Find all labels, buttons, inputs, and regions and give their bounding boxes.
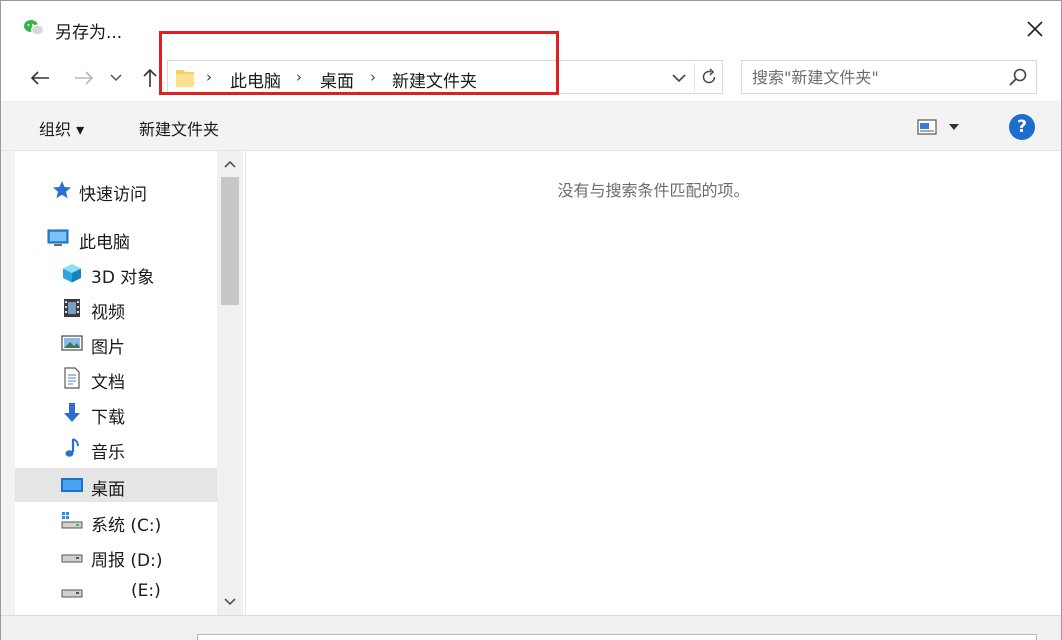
sidebar-item-label: 快速访问 bbox=[79, 185, 147, 205]
breadcrumb-separator-icon: › bbox=[206, 68, 212, 86]
sidebar-item-label: (E:) bbox=[131, 581, 161, 601]
navigation-scrollbar[interactable] bbox=[217, 151, 243, 615]
arrow-up-icon bbox=[143, 68, 157, 87]
navigation-row: › 此电脑 › 桌面 › 新建文件夹 bbox=[1, 57, 1061, 101]
sidebar-item-label: 下载 bbox=[91, 408, 125, 428]
window-title: 另存为... bbox=[55, 23, 123, 43]
pane-edge bbox=[1, 151, 15, 615]
sidebar-item-music[interactable]: 音乐 bbox=[15, 431, 217, 465]
file-list[interactable]: 没有与搜索条件匹配的项。 bbox=[245, 151, 1061, 615]
new-folder-button[interactable]: 新建文件夹 bbox=[139, 116, 219, 140]
help-icon: ? bbox=[1017, 117, 1027, 137]
breadcrumb-this-pc[interactable]: 此电脑 bbox=[230, 67, 281, 92]
drive-icon bbox=[61, 554, 83, 563]
sidebar-item-drive-e[interactable]: (E:) bbox=[15, 574, 217, 608]
sidebar-item-label: 文档 bbox=[91, 373, 125, 393]
navigation-pane: 快速访问 此电脑 3D 对象 视频 图片 文档 下载 音乐 桌面 系统 (C:)… bbox=[15, 151, 217, 615]
sidebar-item-label: 周报 (D:) bbox=[91, 551, 163, 571]
search-input[interactable] bbox=[752, 65, 1002, 89]
sidebar-item-label: 3D 对象 bbox=[91, 268, 155, 288]
caret-down-icon bbox=[949, 124, 959, 130]
picture-icon bbox=[61, 335, 83, 351]
film-icon bbox=[64, 299, 80, 317]
sidebar-item-label: 桌面 bbox=[91, 480, 125, 500]
address-bar[interactable]: › 此电脑 › 桌面 › 新建文件夹 bbox=[167, 60, 723, 94]
view-details-icon bbox=[917, 119, 937, 135]
search-box[interactable] bbox=[741, 60, 1037, 94]
filename-field[interactable] bbox=[197, 634, 1037, 640]
sidebar-item-this-pc[interactable]: 此电脑 bbox=[15, 221, 217, 255]
refresh-button[interactable] bbox=[694, 63, 722, 91]
sidebar-item-label: 音乐 bbox=[91, 443, 125, 463]
empty-message: 没有与搜索条件匹配的项。 bbox=[557, 181, 750, 200]
sidebar-item-quick-access[interactable]: 快速访问 bbox=[15, 173, 217, 207]
chevron-down-icon bbox=[110, 74, 122, 82]
search-icon bbox=[1009, 68, 1027, 86]
up-button[interactable] bbox=[135, 63, 165, 93]
breadcrumb-separator-icon: › bbox=[296, 68, 302, 86]
sidebar-item-desktop[interactable]: 桌面 bbox=[15, 468, 217, 502]
sidebar-item-drive-d[interactable]: 周报 (D:) bbox=[15, 539, 217, 573]
computer-icon bbox=[47, 229, 69, 246]
arrow-right-icon bbox=[75, 71, 94, 85]
help-button[interactable]: ? bbox=[1009, 114, 1035, 140]
sidebar-item-documents[interactable]: 文档 bbox=[15, 361, 217, 395]
command-toolbar: 组织 ▾ 新建文件夹 ? bbox=[1, 101, 1061, 151]
sidebar-item-pictures[interactable]: 图片 bbox=[15, 326, 217, 360]
star-icon bbox=[53, 181, 71, 199]
wechat-icon bbox=[24, 20, 44, 36]
title-bar: 另存为... bbox=[1, 1, 1061, 57]
chevron-down-icon bbox=[672, 73, 686, 82]
address-history-button[interactable] bbox=[666, 65, 692, 91]
document-icon bbox=[64, 367, 80, 389]
desktop-icon bbox=[61, 478, 83, 492]
scroll-thumb[interactable] bbox=[221, 177, 239, 305]
close-button[interactable] bbox=[1015, 11, 1055, 47]
forward-button[interactable] bbox=[69, 63, 99, 93]
chevron-up-icon bbox=[224, 160, 236, 168]
change-view-button[interactable] bbox=[917, 114, 973, 140]
arrow-left-icon bbox=[30, 71, 49, 85]
organize-button[interactable]: 组织 ▾ bbox=[39, 116, 84, 140]
breadcrumb-separator-icon: › bbox=[370, 68, 376, 86]
back-button[interactable] bbox=[25, 63, 55, 93]
system-drive-icon bbox=[61, 512, 83, 529]
sidebar-item-drive-c[interactable]: 系统 (C:) bbox=[15, 504, 217, 538]
recent-locations-button[interactable] bbox=[105, 63, 127, 93]
breadcrumb-desktop[interactable]: 桌面 bbox=[320, 67, 354, 92]
scroll-up-button[interactable] bbox=[217, 151, 243, 177]
music-icon bbox=[65, 438, 79, 457]
drive-icon bbox=[61, 589, 83, 598]
download-icon bbox=[64, 403, 80, 422]
sidebar-item-downloads[interactable]: 下载 bbox=[15, 396, 217, 430]
chevron-down-icon bbox=[224, 598, 236, 606]
save-as-dialog: 另存为... › 此电脑 › 桌面 › 新建文件夹 搜索"新建文件夹" 组织 ▾… bbox=[0, 0, 1062, 640]
filename-area bbox=[1, 615, 1061, 640]
refresh-icon bbox=[702, 68, 715, 84]
sidebar-item-label: 此电脑 bbox=[79, 233, 130, 253]
close-icon bbox=[1027, 21, 1043, 37]
folder-icon bbox=[176, 70, 194, 87]
scroll-down-button[interactable] bbox=[217, 589, 243, 615]
sidebar-item-label: 视频 bbox=[91, 303, 125, 323]
breadcrumb-new-folder[interactable]: 新建文件夹 bbox=[392, 67, 477, 92]
sidebar-item-3d-objects[interactable]: 3D 对象 bbox=[15, 256, 217, 290]
sidebar-item-label: 系统 (C:) bbox=[91, 516, 162, 536]
sidebar-item-videos[interactable]: 视频 bbox=[15, 291, 217, 325]
cube-icon bbox=[63, 264, 81, 283]
sidebar-item-label: 图片 bbox=[91, 338, 125, 358]
